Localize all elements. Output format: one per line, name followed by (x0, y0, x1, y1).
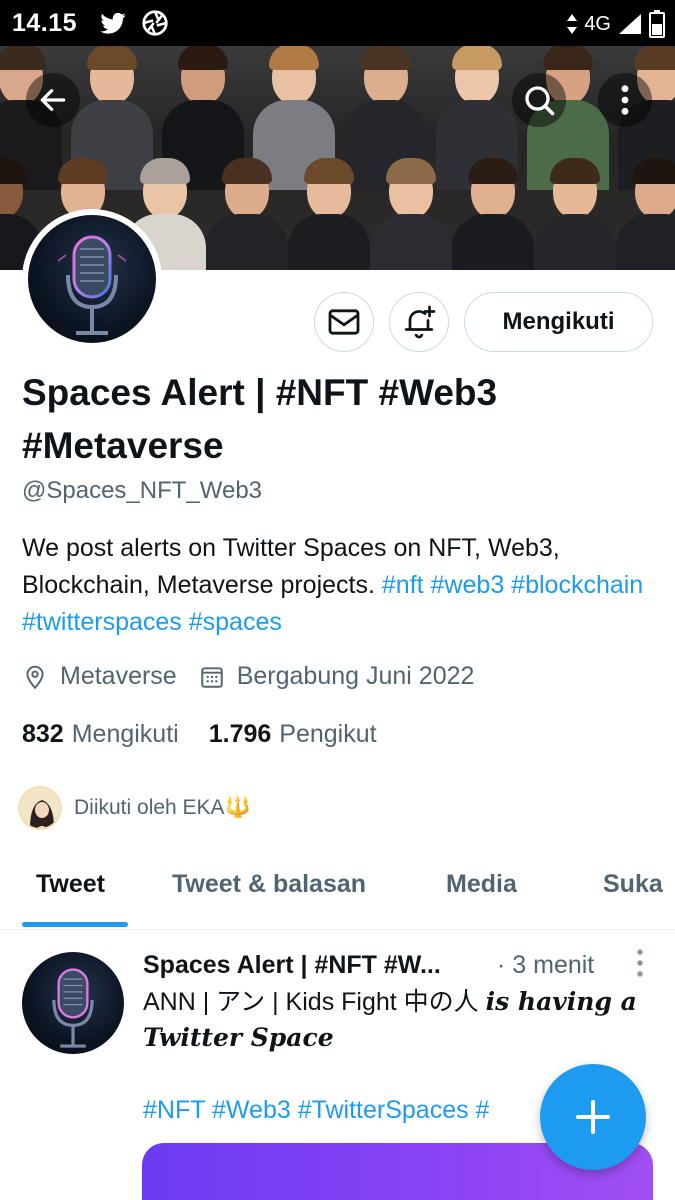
following-stat[interactable]: 832 Mengikuti (22, 720, 179, 749)
notifications-button[interactable] (389, 292, 449, 352)
status-bar: 14.15 4G (0, 0, 675, 46)
following-button[interactable]: Mengikuti (464, 292, 653, 352)
location-icon (26, 665, 44, 689)
tweet-text: ANN | アン | Kids Fight 中の人 is having a Tw… (143, 984, 653, 1056)
profile-meta: Metaverse Bergabung Juni 2022 (22, 662, 474, 691)
status-time: 14.15 (12, 9, 78, 37)
tweet-author-name[interactable]: Spaces Alert | #NFT #W... (143, 951, 441, 979)
follower-avatar (18, 786, 62, 830)
profile-display-name: Spaces Alert | #NFT #Web3 #Metaverse (22, 372, 498, 466)
profile-bio: We post alerts on Twitter Spaces on NFT,… (22, 530, 652, 641)
following-count: 832 (22, 720, 64, 748)
battery-icon (649, 10, 665, 38)
profile-handle: @Spaces_NFT_Web3 (22, 477, 263, 504)
tweet-text-fancy: is having a (485, 987, 637, 1016)
bio-hashtag[interactable]: #web3 (431, 571, 505, 599)
more-options-button[interactable] (598, 73, 652, 127)
tab-tweet[interactable]: Tweet (36, 870, 105, 899)
back-arrow-icon (40, 89, 66, 111)
followers-stat[interactable]: 1.796 Pengikut (209, 720, 377, 749)
tweet-header: Spaces Alert | #NFT #W... · 3 menit (143, 948, 653, 982)
crowd-person (206, 158, 288, 270)
network-type: 4G (584, 12, 611, 35)
joined-text: Bergabung Juni 2022 (236, 662, 475, 690)
compose-tweet-button[interactable] (540, 1064, 646, 1170)
back-button[interactable] (26, 73, 80, 127)
plus-icon (576, 1100, 610, 1134)
data-arrows-icon (567, 14, 578, 34)
crowd-person (452, 158, 534, 270)
tweet-text-fancy: Twitter Space (143, 1023, 334, 1052)
twitter-bird-icon (100, 12, 126, 34)
crowd-person (534, 158, 616, 270)
crowd-person (616, 158, 675, 270)
crowd-person (370, 158, 452, 270)
joined-item: Bergabung Juni 2022 (199, 662, 475, 691)
search-icon (525, 86, 555, 116)
tweet-more-icon[interactable] (635, 948, 645, 978)
bio-hashtag[interactable]: #twitterspaces (22, 608, 182, 636)
follower-avatar-illustration (30, 800, 54, 828)
camera-aperture-icon (142, 10, 168, 36)
follow-stats: 832 Mengikuti 1.796 Pengikut (22, 720, 377, 749)
followers-label: Pengikut (279, 720, 377, 748)
avatar-image (28, 215, 156, 343)
tweet-hashtags[interactable]: #NFT #Web3 #TwitterSpaces # (143, 1096, 489, 1125)
active-tab-indicator (22, 922, 128, 927)
tab-tweet-replies[interactable]: Tweet & balasan (172, 870, 366, 899)
profile-avatar[interactable] (22, 209, 162, 349)
location-text: Metaverse (60, 662, 177, 690)
bio-hashtag[interactable]: #spaces (189, 608, 282, 636)
mail-icon (328, 309, 360, 335)
bell-plus-icon (404, 305, 436, 339)
message-button[interactable] (314, 292, 374, 352)
followers-count: 1.796 (208, 720, 272, 748)
tweet-text-plain: ANN | アン | Kids Fight 中の人 (143, 988, 479, 1016)
crowd-person (288, 158, 370, 270)
followed-by-row[interactable]: Diikuti oleh EKA🔱 (18, 786, 251, 830)
microphone-icon (57, 235, 127, 335)
bio-hashtag[interactable]: #nft (382, 571, 424, 599)
followed-by-text: Diikuti oleh EKA🔱 (74, 796, 251, 819)
tweet-author-avatar[interactable] (22, 952, 124, 1054)
tab-media[interactable]: Media (446, 870, 517, 899)
signal-icon (619, 14, 641, 34)
tweet-timestamp[interactable]: · 3 menit (497, 948, 594, 982)
more-vertical-icon (621, 85, 629, 115)
search-button[interactable] (512, 73, 566, 127)
status-right: 4G (566, 10, 665, 38)
profile-tabs: Tweet Tweet & balasan Media Suka (0, 856, 675, 930)
following-label: Mengikuti (71, 720, 179, 748)
bio-hashtag[interactable]: #blockchain (511, 571, 643, 599)
calendar-icon (200, 666, 223, 688)
microphone-icon (52, 968, 94, 1048)
location-item: Metaverse (22, 662, 177, 691)
tab-likes[interactable]: Suka (603, 870, 663, 899)
